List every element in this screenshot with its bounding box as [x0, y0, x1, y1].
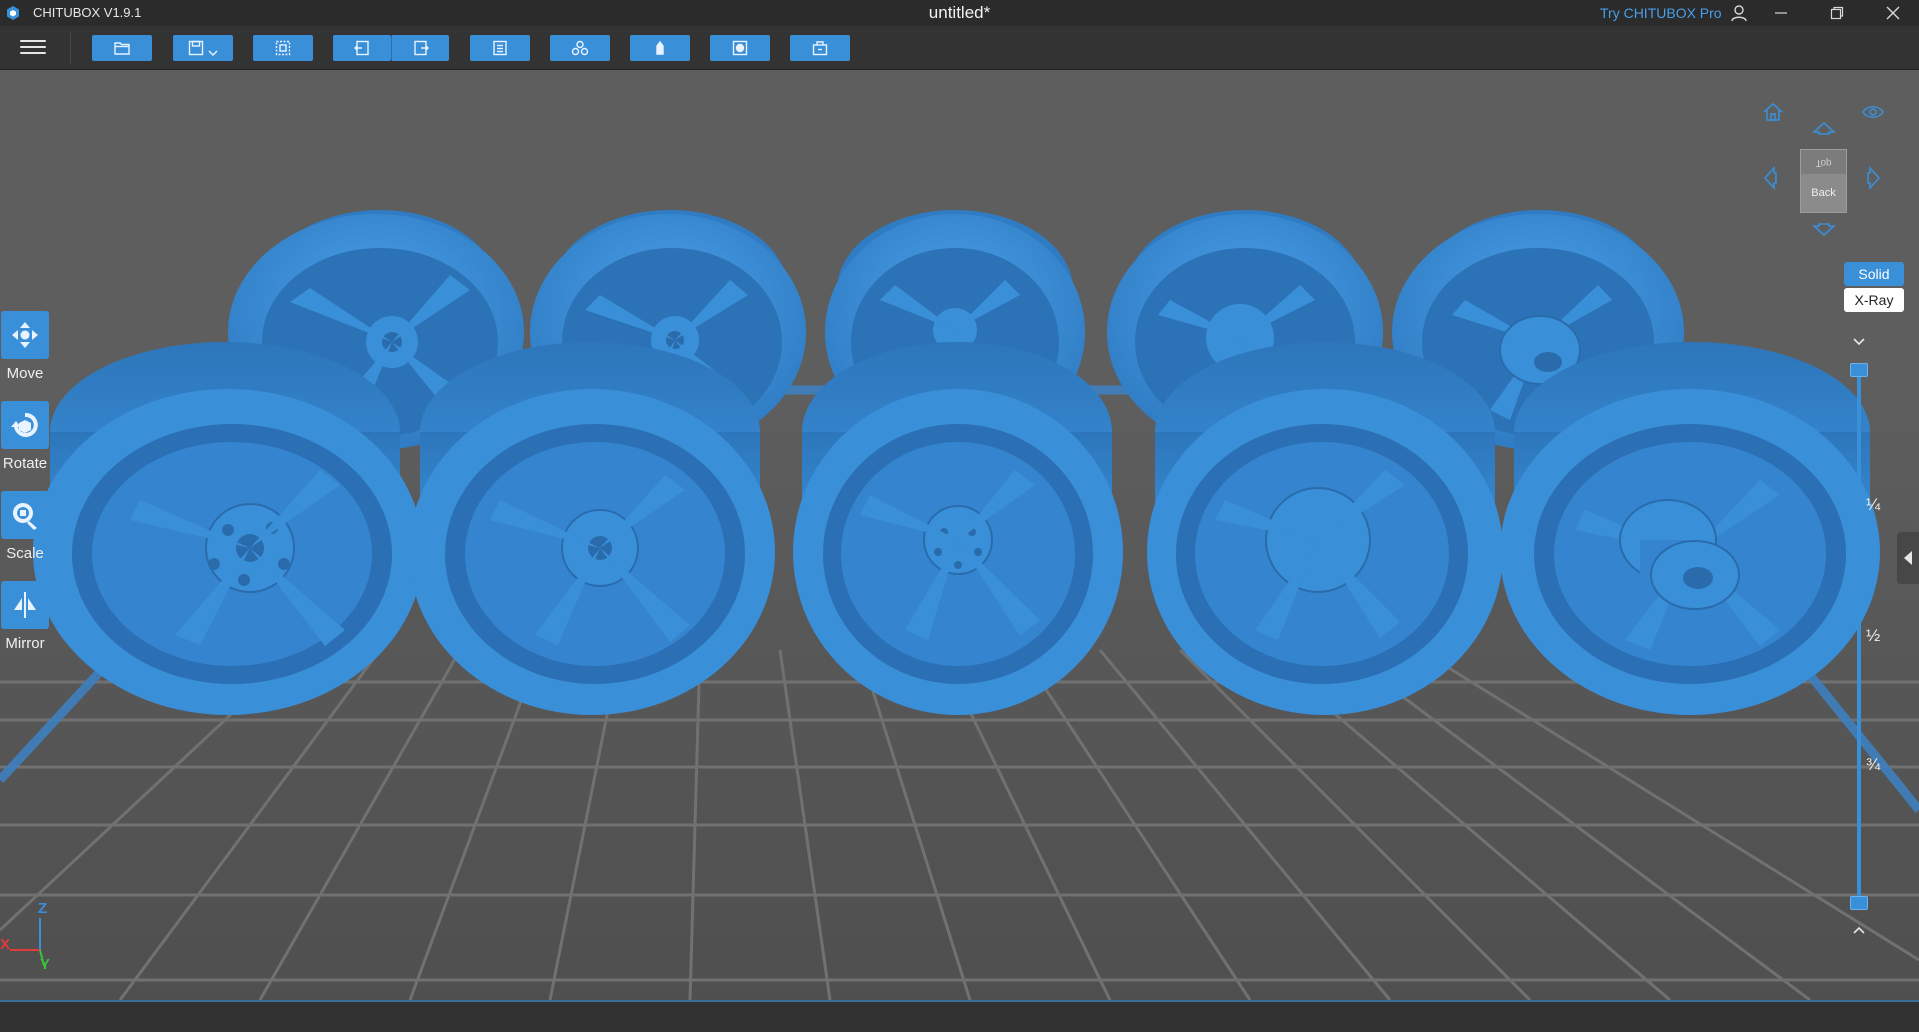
minimize-button[interactable] — [1758, 0, 1804, 26]
move-tool-label: Move — [6, 365, 44, 382]
slider-collapse-icon[interactable] — [1851, 335, 1867, 347]
support-button[interactable] — [630, 35, 690, 61]
app-title: CHITUBOX V1.9.1 — [33, 5, 142, 20]
rotate-icon — [1, 401, 49, 449]
model-list-button[interactable] — [470, 35, 530, 61]
restore-button[interactable] — [1814, 0, 1860, 26]
view-up-icon[interactable] — [1811, 120, 1837, 141]
chitubox-logo-icon — [7, 6, 19, 20]
move-tool[interactable]: Move — [0, 311, 50, 382]
try-pro-link[interactable]: Try CHITUBOX Pro — [1600, 5, 1722, 21]
view-right-icon[interactable] — [1866, 165, 1882, 195]
right-panel-toggle[interactable] — [1897, 532, 1919, 584]
wheel-front-4[interactable] — [1147, 342, 1503, 715]
chevron-left-icon — [1904, 551, 1912, 565]
support-icon — [656, 40, 664, 55]
slice-button[interactable] — [790, 35, 850, 61]
layer-slider-track[interactable] — [1857, 364, 1861, 900]
title-bar: CHITUBOX V1.9.1 untitled* Try CHITUBOX P… — [0, 0, 1919, 26]
auto-layout-icon — [571, 40, 589, 56]
undo-button[interactable] — [333, 35, 391, 61]
wheel-front-5[interactable] — [1500, 342, 1880, 715]
model-list-icon — [493, 40, 507, 56]
main-toolbar — [0, 26, 1919, 70]
home-view-icon[interactable] — [1762, 102, 1784, 127]
scale-icon — [1, 491, 49, 539]
scale-tool[interactable]: Scale — [0, 491, 50, 562]
wheel-front-1[interactable] — [33, 342, 423, 715]
rotate-tool[interactable]: Rotate — [0, 401, 50, 472]
mirror-tool[interactable]: Mirror — [0, 581, 50, 652]
eye-icon[interactable] — [1862, 104, 1884, 125]
build-scene[interactable] — [0, 70, 1919, 1000]
axis-y-label: Y — [40, 956, 51, 973]
user-icon[interactable] — [1730, 3, 1748, 23]
cube-top-face[interactable]: Top — [1801, 150, 1846, 174]
save-icon — [188, 40, 204, 56]
open-file-button[interactable] — [92, 35, 152, 61]
scale-tool-label: Scale — [6, 545, 44, 562]
wheel-front-2[interactable] — [409, 342, 775, 715]
select-all-icon — [275, 40, 291, 56]
slider-tick-three-quarter: ¾ — [1866, 755, 1881, 774]
wheel-front-3[interactable] — [793, 342, 1123, 715]
view-left-icon[interactable] — [1762, 165, 1778, 195]
auto-layout-button[interactable] — [550, 35, 610, 61]
slider-tick-quarter: ¼ — [1866, 495, 1881, 514]
close-button[interactable] — [1870, 0, 1916, 26]
chevron-down-icon — [208, 50, 218, 56]
close-icon — [1886, 6, 1900, 20]
open-file-icon — [114, 42, 130, 55]
view-down-icon[interactable] — [1811, 222, 1837, 243]
minimize-icon — [1775, 12, 1787, 14]
redo-icon — [413, 40, 429, 56]
status-bar — [0, 1000, 1919, 1032]
3d-viewport[interactable]: Z X Y Move Rotate Scale Mirror Top Back … — [0, 70, 1919, 1000]
slider-tick-half: ½ — [1866, 626, 1881, 645]
cube-back-face[interactable]: Back — [1801, 174, 1846, 212]
restore-icon — [1830, 6, 1844, 20]
layer-slider-top-handle[interactable] — [1850, 363, 1868, 377]
solid-mode-button[interactable]: Solid — [1844, 262, 1904, 286]
save-button[interactable] — [173, 35, 233, 61]
slice-icon — [812, 41, 828, 56]
axis-z-label: Z — [38, 900, 48, 917]
menu-icon[interactable] — [20, 36, 46, 60]
mirror-icon — [1, 581, 49, 629]
toolbar-divider — [70, 32, 71, 64]
hollow-button[interactable] — [710, 35, 770, 61]
undo-icon — [354, 40, 369, 56]
select-all-button[interactable] — [253, 35, 313, 61]
hollow-icon — [732, 40, 748, 56]
redo-button[interactable] — [391, 35, 449, 61]
view-cube[interactable]: Top Back — [1800, 149, 1847, 213]
slider-expand-icon[interactable] — [1851, 923, 1867, 935]
move-icon — [1, 311, 49, 359]
axis-x-label: X — [0, 936, 11, 953]
mirror-tool-label: Mirror — [5, 635, 45, 652]
rotate-tool-label: Rotate — [2, 455, 48, 472]
layer-slider-bottom-handle[interactable] — [1850, 896, 1868, 910]
xray-mode-button[interactable]: X-Ray — [1844, 288, 1904, 312]
